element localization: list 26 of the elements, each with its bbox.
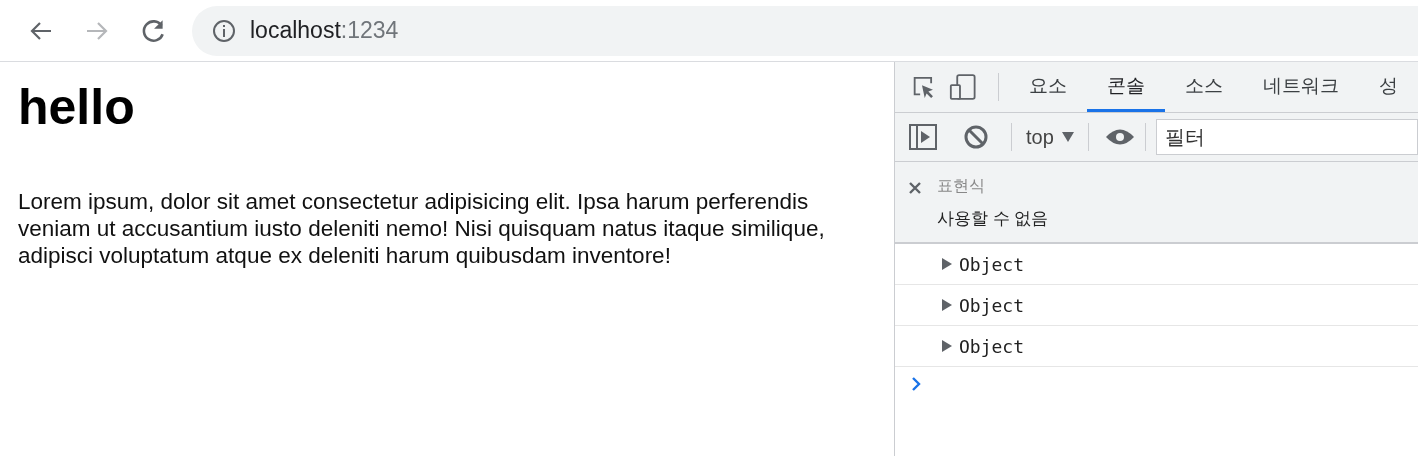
devtools-tab[interactable]: 성 [1359, 62, 1418, 112]
devtools-tab[interactable]: 요소 [1009, 62, 1087, 112]
console-message[interactable]: Object [959, 335, 1025, 357]
expression-label: 표현식 [937, 176, 986, 196]
paragraph: Lorem ipsum, dolor sit amet consectetur adipisicing elit. Ipsa harum perferendis veniam ut accusantium iusto deleniti nemo! Nisi quisquam natus itaque similique, adipisci voluptatum atque ex deleniti harum quibusdam inventore! [18, 188, 826, 269]
console-message[interactable]: Object [959, 294, 1025, 316]
clear-icon[interactable] [963, 124, 989, 150]
prompt-icon [911, 377, 921, 391]
address-bar[interactable]: localhost:1234 [192, 5, 1418, 56]
page-heading: hello [18, 78, 136, 136]
info-icon[interactable] [212, 18, 236, 43]
context-dropdown[interactable]: top [1022, 125, 1078, 149]
console-message[interactable]: Object [959, 253, 1025, 275]
filter-field[interactable]: 필터 [1155, 119, 1418, 155]
sidebar-icon[interactable] [909, 124, 937, 150]
close-icon[interactable] [909, 182, 921, 194]
expand-icon[interactable] [941, 258, 953, 270]
url-text: localhost:1234 [250, 17, 399, 44]
eye-icon[interactable] [1104, 128, 1135, 146]
devtools-tab[interactable]: 소스 [1165, 62, 1243, 112]
devtools-tab[interactable]: 네트워크 [1243, 62, 1359, 112]
expression-value: 사용할 수 없음 [937, 208, 1049, 230]
device-icon[interactable] [948, 72, 977, 102]
expand-icon[interactable] [941, 340, 953, 352]
caret-icon [1061, 132, 1074, 142]
expand-icon[interactable] [941, 299, 953, 311]
